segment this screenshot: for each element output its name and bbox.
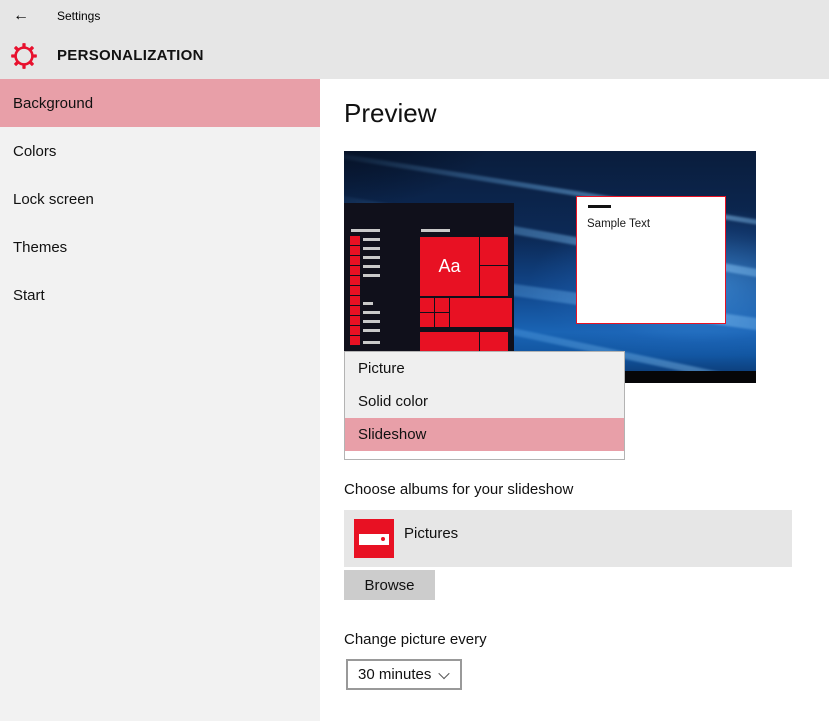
sidebar-item-themes[interactable]: Themes (0, 223, 320, 271)
browse-button-label: Browse (364, 577, 414, 594)
start-menu-preview: Aa (344, 203, 514, 371)
sidebar-item-label: Colors (13, 143, 56, 160)
rail-tile (350, 246, 360, 255)
sidebar-item-start[interactable]: Start (0, 271, 320, 319)
sample-text-window: Sample Text (576, 196, 726, 324)
menu-line (363, 247, 380, 250)
tile-label: Aa (438, 256, 460, 277)
tile (450, 298, 512, 327)
dropdown-option-label: Picture (358, 360, 405, 377)
dropdown-option-label: Solid color (358, 393, 428, 410)
back-button[interactable]: ← (13, 4, 29, 28)
background-type-dropdown: Picture Solid color Slideshow (344, 351, 625, 460)
tile (480, 237, 508, 265)
rail-tile (350, 296, 360, 305)
photo-frame-icon (359, 534, 389, 545)
rail-tile (350, 326, 360, 335)
sidebar-item-background[interactable]: Background (0, 79, 320, 127)
menu-line (363, 256, 380, 259)
rail-tile (350, 286, 360, 295)
browse-button[interactable]: Browse (344, 570, 435, 600)
sidebar-item-label: Lock screen (13, 191, 94, 208)
tile (435, 298, 449, 312)
sidebar: Background Colors Lock screen Themes Sta… (0, 79, 320, 721)
albums-section-label: Choose albums for your slideshow (344, 481, 573, 498)
gear-icon (10, 42, 38, 70)
menu-line (363, 329, 380, 332)
tile (435, 313, 449, 327)
menu-line (363, 274, 380, 277)
menu-line (363, 341, 380, 344)
menu-line (363, 265, 380, 268)
photo-dot-icon (381, 537, 385, 541)
rail-tile (350, 236, 360, 245)
accent-preview-tile: Aa (420, 237, 479, 296)
sidebar-item-label: Background (13, 95, 93, 112)
sidebar-item-label: Themes (13, 239, 67, 256)
tile (420, 313, 434, 327)
dropdown-option-picture[interactable]: Picture (345, 352, 624, 385)
menu-line (363, 238, 380, 241)
sample-title-line (588, 205, 611, 208)
back-arrow-icon: ← (13, 7, 29, 24)
rail-tile (350, 266, 360, 275)
dropdown-option-solid-color[interactable]: Solid color (345, 385, 624, 418)
tile (480, 266, 508, 296)
menu-line (363, 320, 380, 323)
interval-section-label: Change picture every (344, 631, 487, 648)
dropdown-option-label: Slideshow (358, 426, 426, 443)
chevron-down-icon (438, 667, 449, 678)
menu-line (363, 311, 380, 314)
interval-select[interactable]: 30 minutes (346, 659, 462, 690)
rail-tile (350, 336, 360, 345)
rail-tile (350, 276, 360, 285)
album-name: Pictures (404, 510, 458, 556)
page-title: PERSONALIZATION (57, 47, 204, 64)
sidebar-item-lock-screen[interactable]: Lock screen (0, 175, 320, 223)
rail-tile (350, 256, 360, 265)
dropdown-option-slideshow[interactable]: Slideshow (345, 418, 624, 451)
preview-image: Aa Sample Text (344, 151, 756, 383)
rail-tile (350, 316, 360, 325)
settings-window: ← Settings PERSONALIZ (0, 0, 829, 721)
sample-text: Sample Text (587, 218, 650, 230)
interval-selected-value: 30 minutes (358, 666, 431, 683)
pictures-album-icon (354, 519, 394, 558)
sidebar-item-label: Start (13, 287, 45, 304)
menu-line (363, 302, 373, 305)
sidebar-item-colors[interactable]: Colors (0, 127, 320, 175)
menu-header-line (351, 229, 380, 232)
window-title: Settings (57, 9, 100, 23)
album-list-item[interactable]: Pictures (344, 510, 792, 567)
title-bar: ← Settings PERSONALIZ (0, 0, 829, 79)
rail-tile (350, 306, 360, 315)
tiles-header-line (421, 229, 450, 232)
tile (420, 298, 434, 312)
preview-heading: Preview (344, 98, 436, 129)
